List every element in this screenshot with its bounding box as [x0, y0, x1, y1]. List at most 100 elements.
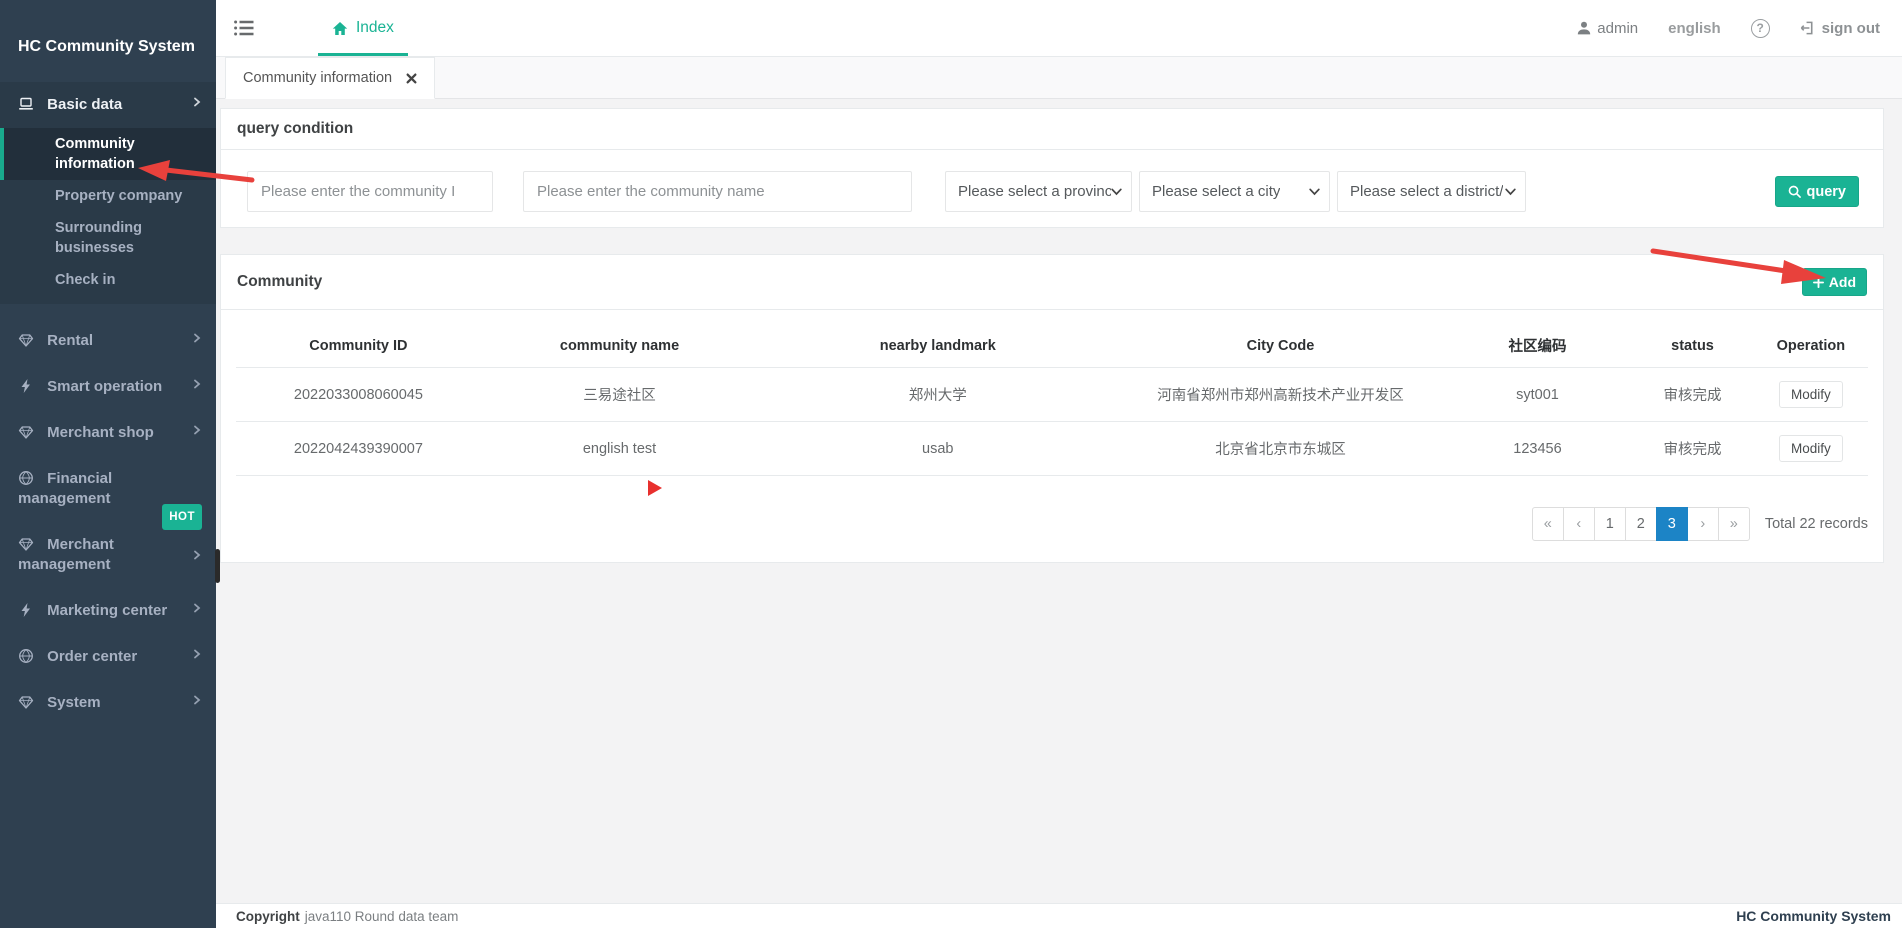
- cell-community-code: syt001: [1444, 368, 1632, 422]
- sidebar-item-basic-data[interactable]: Basic data: [0, 82, 216, 128]
- chevron-right-icon: [192, 97, 202, 107]
- sidebar-item-marketing-center[interactable]: Marketing center: [0, 588, 216, 634]
- pagination-row: « ‹ 1 2 3 › » Total 22 records: [236, 507, 1868, 541]
- query-button[interactable]: query: [1775, 176, 1860, 207]
- province-select[interactable]: Please select a provinc: [945, 171, 1132, 212]
- plus-icon: [1813, 277, 1824, 288]
- sidebar-item-label: Rental: [47, 332, 93, 349]
- cell-community-id: 2022033008060045: [236, 368, 481, 422]
- home-icon: [332, 21, 348, 36]
- sidebar-item-merchant-shop[interactable]: Merchant shop: [0, 410, 216, 456]
- gem-icon: [18, 694, 34, 710]
- bolt-icon: [18, 378, 34, 394]
- sidebar-item-label: Surrounding businesses: [55, 220, 142, 256]
- sidebar-item-label: Merchant shop: [47, 424, 154, 441]
- sidebar-item-label: Property company: [55, 188, 182, 204]
- menu-toggle-icon[interactable]: [234, 20, 254, 36]
- user-menu[interactable]: admin: [1577, 20, 1638, 37]
- cell-city-code: 北京省北京市东城区: [1117, 422, 1443, 476]
- page-1[interactable]: 1: [1594, 507, 1626, 541]
- city-select-value: Please select a city: [1152, 183, 1280, 200]
- sidebar-item-smart-operation[interactable]: Smart operation: [0, 364, 216, 410]
- footer-copyright: Copyrightjava110 Round data team: [236, 909, 458, 924]
- chevron-right-icon: [192, 333, 202, 343]
- community-panel: Community Add Community: [220, 254, 1884, 563]
- gem-icon: [18, 536, 34, 552]
- panel-gap: [220, 228, 1884, 254]
- page-2[interactable]: 2: [1625, 507, 1657, 541]
- sign-out-button[interactable]: sign out: [1800, 20, 1880, 37]
- footer-copyright-label: Copyright: [236, 909, 300, 924]
- sidebar-item-label: Basic data: [47, 96, 122, 113]
- add-button[interactable]: Add: [1802, 268, 1867, 296]
- sidebar-item-check-in[interactable]: Check in: [0, 264, 216, 296]
- sidebar-item-label: Smart operation: [47, 378, 162, 395]
- cell-nearby-landmark: 郑州大学: [758, 368, 1117, 422]
- sidebar-item-financial-management[interactable]: Financial management HOT: [0, 456, 216, 522]
- app-root: HC Community System Basic data Community…: [0, 0, 1902, 928]
- sidebar-section-basic-data: Basic data Community information Propert…: [0, 82, 216, 304]
- page-3-active[interactable]: 3: [1656, 507, 1688, 541]
- page-next[interactable]: ›: [1687, 507, 1719, 541]
- community-name-input[interactable]: [523, 171, 912, 212]
- query-panel-header: query condition: [221, 109, 1883, 150]
- sidebar-item-label: Community information: [55, 136, 135, 172]
- district-select-value: Please select a district/: [1350, 183, 1503, 200]
- cell-community-id: 2022042439390007: [236, 422, 481, 476]
- sidebar-resize-handle[interactable]: [215, 549, 220, 583]
- modify-button[interactable]: Modify: [1779, 435, 1843, 462]
- close-icon[interactable]: [406, 73, 417, 84]
- caret-down-icon: [1111, 188, 1122, 196]
- tab-index[interactable]: Index: [306, 0, 420, 56]
- sidebar-item-property-company[interactable]: Property company: [0, 180, 216, 212]
- sidebar-item-order-center[interactable]: Order center: [0, 634, 216, 680]
- sidebar-item-rental[interactable]: Rental: [0, 318, 216, 364]
- cell-community-code: 123456: [1444, 422, 1632, 476]
- cell-status: 审核完成: [1631, 422, 1753, 476]
- help-icon[interactable]: ?: [1751, 19, 1770, 38]
- page-first[interactable]: «: [1532, 507, 1564, 541]
- footer: Copyrightjava110 Round data team HC Comm…: [216, 903, 1902, 928]
- col-community-code: 社区编码: [1444, 324, 1632, 368]
- chevron-right-icon: [192, 379, 202, 389]
- page-last[interactable]: »: [1718, 507, 1750, 541]
- bolt-icon: [18, 602, 34, 618]
- community-id-input[interactable]: [247, 171, 493, 212]
- footer-brand: HC Community System: [1736, 908, 1891, 924]
- sign-out-label: sign out: [1822, 20, 1880, 37]
- tab-community-information[interactable]: Community information: [225, 57, 435, 99]
- main-area: Index admin english ? sign out Community…: [216, 0, 1902, 928]
- sidebar-item-system[interactable]: System: [0, 680, 216, 726]
- page-prev[interactable]: ‹: [1563, 507, 1595, 541]
- pagination: « ‹ 1 2 3 › »: [1532, 507, 1750, 541]
- sidebar-item-label: Check in: [55, 272, 115, 288]
- search-icon: [1788, 185, 1801, 198]
- sidebar-nav-group: Rental Smart operation Merchant shop Fin…: [0, 318, 216, 726]
- gem-icon: [18, 332, 34, 348]
- sidebar-item-merchant-management[interactable]: Merchant management: [0, 522, 216, 588]
- caret-down-icon: [1309, 188, 1320, 196]
- query-button-label: query: [1807, 184, 1847, 200]
- col-community-name: community name: [481, 324, 758, 368]
- community-table: Community ID community name nearby landm…: [236, 324, 1868, 476]
- navbar-right: admin english ? sign out: [1577, 19, 1880, 38]
- col-nearby-landmark: nearby landmark: [758, 324, 1117, 368]
- modify-button[interactable]: Modify: [1779, 381, 1843, 408]
- query-condition-panel: query condition Please select a provinc …: [220, 108, 1884, 228]
- district-select[interactable]: Please select a district/: [1337, 171, 1526, 212]
- globe-icon: [18, 470, 34, 486]
- col-city-code: City Code: [1117, 324, 1443, 368]
- community-table-wrap: Community ID community name nearby landm…: [221, 310, 1883, 476]
- user-icon: [1577, 21, 1591, 35]
- total-records: Total 22 records: [1765, 516, 1868, 532]
- sidebar-item-community-information[interactable]: Community information: [0, 128, 216, 180]
- table-row: 2022033008060045 三易途社区 郑州大学 河南省郑州市郑州高新技术…: [236, 368, 1868, 422]
- sidebar-item-surrounding-businesses[interactable]: Surrounding businesses: [0, 212, 216, 264]
- chevron-right-icon: [192, 425, 202, 435]
- content-area: query condition Please select a provinc …: [216, 99, 1902, 903]
- language-switcher[interactable]: english: [1668, 20, 1721, 37]
- cell-community-name: english test: [481, 422, 758, 476]
- province-select-value: Please select a provinc: [958, 183, 1112, 200]
- sidebar-item-label: Marketing center: [47, 602, 167, 619]
- city-select[interactable]: Please select a city: [1139, 171, 1330, 212]
